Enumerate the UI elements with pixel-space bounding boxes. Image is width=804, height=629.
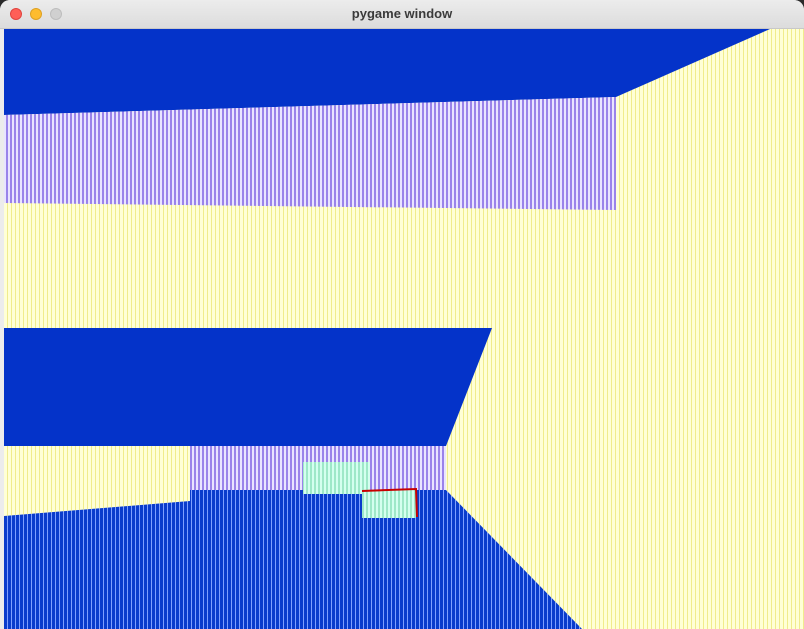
sprite-target-block xyxy=(362,490,416,518)
game-viewport[interactable] xyxy=(4,29,804,629)
wall-purple-upper xyxy=(4,97,616,210)
ceiling-lower xyxy=(4,328,492,446)
sprite-cyan-block xyxy=(303,462,370,494)
title-bar[interactable]: pygame window xyxy=(0,0,804,29)
raycast-scene xyxy=(4,29,804,629)
pygame-window: pygame window xyxy=(0,0,804,629)
window-title: pygame window xyxy=(351,6,453,21)
